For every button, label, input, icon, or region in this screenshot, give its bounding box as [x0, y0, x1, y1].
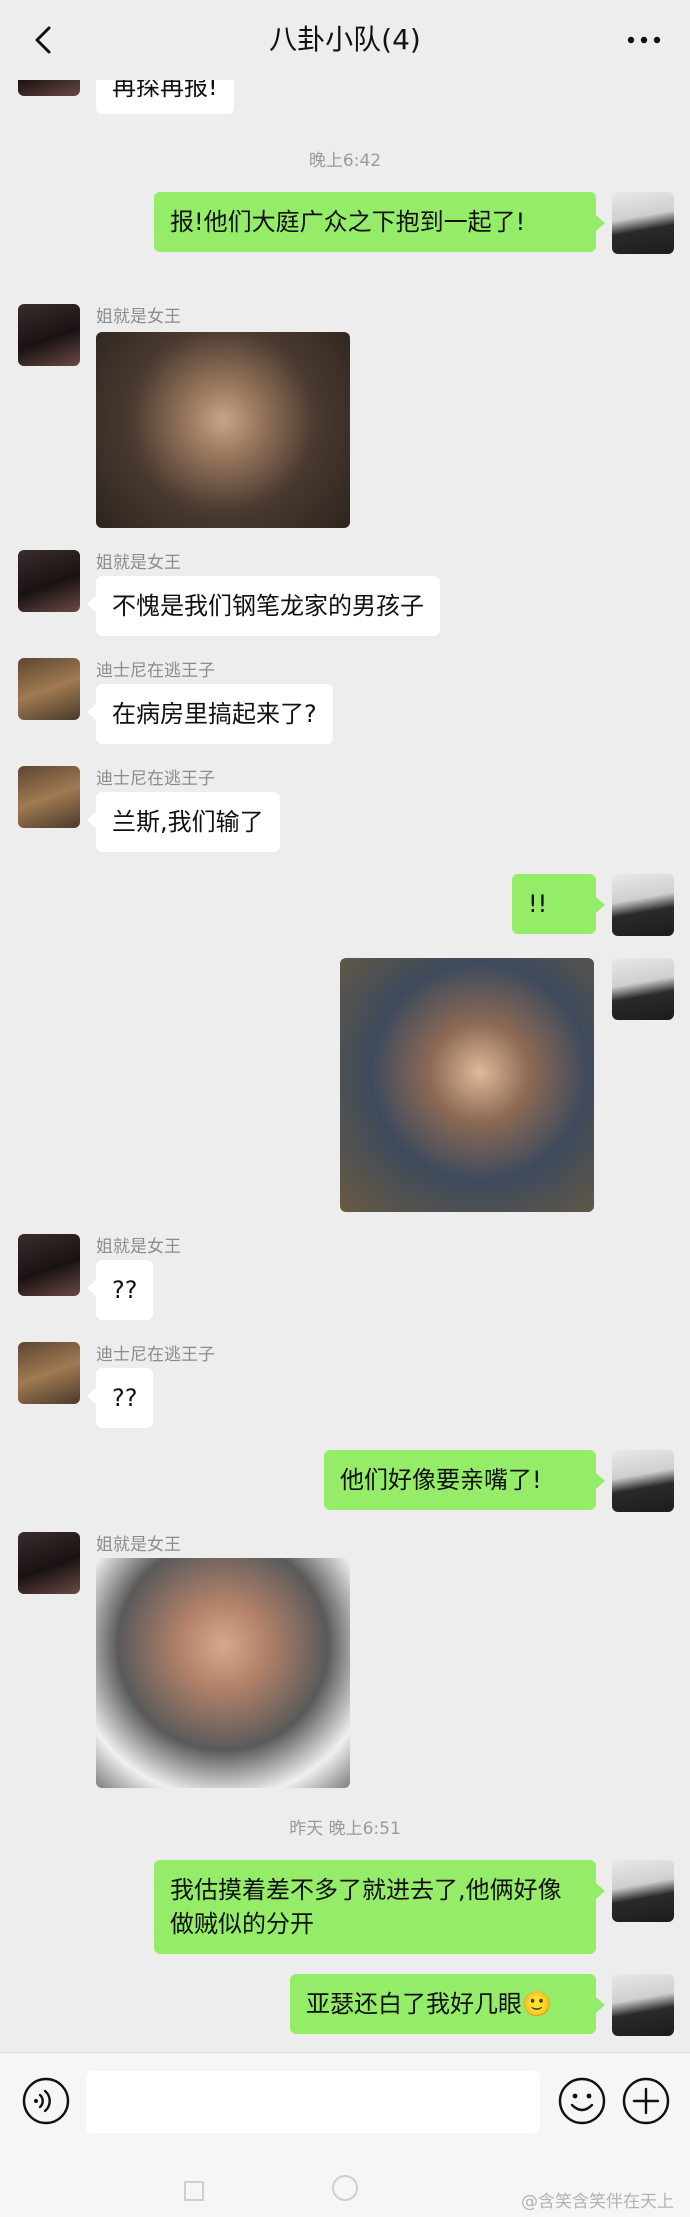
timestamp: 昨天 晚上6:51: [289, 1819, 401, 1839]
home-icon[interactable]: [330, 2173, 360, 2203]
message-text: !!: [528, 890, 548, 918]
message-text: ??: [112, 1276, 138, 1304]
message-text: ??: [112, 1384, 138, 1412]
avatar[interactable]: [18, 1234, 80, 1296]
gif-image[interactable]: [96, 1558, 350, 1788]
bubble-tail: [87, 596, 96, 612]
message-text: 他们好像要亲嘴了!: [340, 1466, 542, 1494]
sender-name: 迪士尼在逃王子: [96, 1345, 215, 1365]
watermark-text: @含笑含笑伴在天上: [521, 2192, 674, 2212]
avatar[interactable]: [18, 304, 80, 366]
avatar[interactable]: [612, 1974, 674, 2036]
message-bubble[interactable]: ??: [96, 1368, 154, 1428]
emoji-icon[interactable]: [556, 2075, 608, 2127]
gif-image[interactable]: [96, 332, 350, 528]
more-dots-icon[interactable]: [622, 18, 666, 62]
message-text: 不愧是我们钢笔龙家的男孩子: [112, 592, 424, 620]
message-bubble[interactable]: 亚瑟还白了我好几眼🙂: [290, 1974, 596, 2034]
sender-name: 姐就是女王: [96, 553, 181, 573]
bubble-tail: [87, 1280, 96, 1296]
avatar[interactable]: [612, 1860, 674, 1922]
message-text: 我估摸着差不多了就进去了,他俩好像做贼似的分开: [170, 1876, 562, 1938]
message-bubble[interactable]: 不愧是我们钢笔龙家的男孩子: [96, 576, 440, 636]
message-bubble[interactable]: 兰斯,我们输了: [96, 792, 280, 852]
message-text: 在病房里搞起来了?: [112, 700, 317, 728]
message-bubble[interactable]: 他们好像要亲嘴了!: [324, 1450, 596, 1510]
voice-icon[interactable]: [20, 2075, 72, 2127]
input-toolbar: @含笑含笑伴在天上: [0, 2052, 690, 2217]
avatar[interactable]: [612, 1450, 674, 1512]
message-text: 报!他们大庭广众之下抱到一起了!: [170, 208, 526, 236]
message-input[interactable]: [86, 2071, 540, 2133]
plus-icon[interactable]: [620, 2075, 672, 2127]
bubble-tail: [596, 215, 605, 231]
sender-name: 迪士尼在逃王子: [96, 661, 215, 681]
bubble-tail: [596, 1883, 605, 1899]
avatar[interactable]: [612, 192, 674, 254]
page-title: 八卦小队(4): [269, 23, 421, 56]
avatar[interactable]: [18, 1532, 80, 1594]
sender-name: 迪士尼在逃王子: [96, 769, 215, 789]
recent-apps-icon[interactable]: [182, 2179, 206, 2203]
bubble-tail: [87, 704, 96, 720]
bubble-tail: [596, 1997, 605, 2013]
bubble-tail: [87, 1388, 96, 1404]
avatar[interactable]: [18, 550, 80, 612]
message-bubble[interactable]: 报!他们大庭广众之下抱到一起了!: [154, 192, 596, 252]
chat-area[interactable]: 再探再报! 晚上6:42 报!他们大庭广众之下抱到一起了! 姐就是女王 姐就是女…: [0, 0, 690, 2052]
bubble-tail: [596, 1473, 605, 1489]
sender-name: 姐就是女王: [96, 307, 181, 327]
timestamp: 晚上6:42: [308, 151, 382, 171]
avatar[interactable]: [18, 766, 80, 828]
bubble-tail: [87, 812, 96, 828]
sender-name: 姐就是女王: [96, 1237, 181, 1257]
avatar[interactable]: [18, 658, 80, 720]
gif-image[interactable]: [340, 958, 594, 1212]
chat-header: 八卦小队(4): [0, 0, 690, 80]
message-bubble[interactable]: 我估摸着差不多了就进去了,他俩好像做贼似的分开: [154, 1860, 596, 1954]
message-text: 亚瑟还白了我好几眼🙂: [306, 1990, 552, 2018]
avatar[interactable]: [612, 958, 674, 1020]
sender-name: 姐就是女王: [96, 1535, 181, 1555]
bubble-tail: [596, 897, 605, 913]
message-bubble[interactable]: !!: [512, 874, 596, 934]
message-bubble[interactable]: 在病房里搞起来了?: [96, 684, 333, 744]
avatar[interactable]: [18, 1342, 80, 1404]
avatar[interactable]: [612, 874, 674, 936]
message-text: 兰斯,我们输了: [112, 808, 264, 836]
message-bubble[interactable]: ??: [96, 1260, 154, 1320]
